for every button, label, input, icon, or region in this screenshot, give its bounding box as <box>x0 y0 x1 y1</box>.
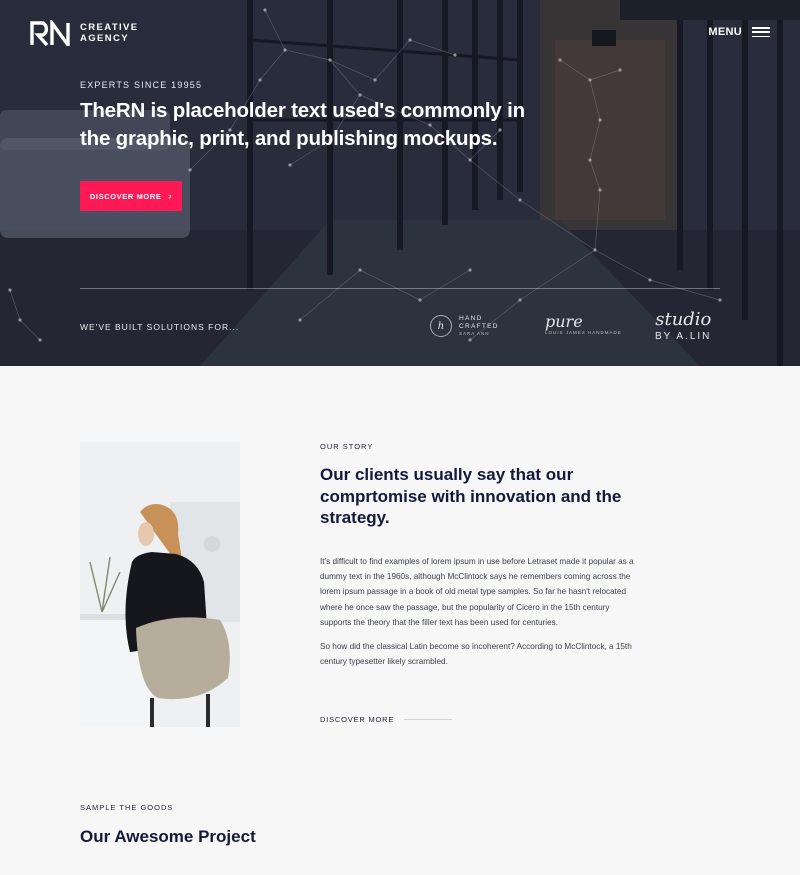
hero-headline: TheRN is placeholder text used's commonl… <box>80 99 525 150</box>
our-story-paragraph-2: So how did the classical Latin become so… <box>320 642 632 667</box>
our-story-paragraph-1: It's difficult to find examples of lorem… <box>320 557 634 627</box>
handcrafted-line-2: CRAFTED <box>459 322 499 330</box>
story-discover-more-label: DISCOVER MORE <box>320 715 395 724</box>
handcrafted-line-1: HAND <box>459 315 483 322</box>
handcrafted-badge-icon: h <box>430 315 452 338</box>
client-logo-studio: studio BY A.LIN <box>655 309 712 343</box>
handcrafted-sub: SARA ANN <box>459 331 490 336</box>
built-solutions-label: WE'VE BUILT SOLUTIONS FOR... <box>80 322 240 332</box>
pure-wordmark: pure <box>545 312 583 331</box>
client-logo-pure: pure LOUIS JAMES HANDMADE <box>545 312 622 336</box>
our-story-label: OUR STORY <box>320 442 374 451</box>
hero-divider <box>80 288 720 289</box>
discover-more-label: DISCOVER MORE <box>89 191 162 201</box>
woman-at-desk-image <box>80 442 240 727</box>
studio-sub: BY A.LIN <box>655 331 712 342</box>
site-logo[interactable]: CREATIVE AGENCY <box>30 20 139 46</box>
our-story-section: OUR STORY Our clients usually say that o… <box>0 366 800 875</box>
awesome-project-heading: Our Awesome Project <box>80 827 256 846</box>
discover-more-line <box>404 719 453 720</box>
our-story-body: It's difficult to find examples of lorem… <box>320 554 640 669</box>
logo-line-1: CREATIVE <box>80 22 139 33</box>
hero-eyebrow: EXPERTS SINCE 19955 <box>80 80 203 90</box>
discover-more-button[interactable]: DISCOVER MORE › <box>80 181 182 211</box>
story-discover-more-link[interactable]: DISCOVER MORE <box>320 715 453 724</box>
client-logo-handcrafted: h HAND CRAFTED SARA ANN <box>430 315 499 338</box>
pure-sub: LOUIS JAMES HANDMADE <box>545 330 622 335</box>
studio-wordmark: studio <box>655 309 712 330</box>
chevron-right-icon: › <box>168 191 173 201</box>
rn-logo-icon <box>30 20 70 46</box>
sample-goods-label: SAMPLE THE GOODS <box>80 803 174 812</box>
hero-section: CREATIVE AGENCY MENU EXPERTS SINCE 19955… <box>0 0 800 366</box>
logo-line-2: AGENCY <box>80 33 130 44</box>
menu-label: MENU <box>708 26 742 38</box>
logo-text: CREATIVE AGENCY <box>80 22 139 44</box>
menu-button[interactable]: MENU <box>708 26 770 38</box>
our-story-heading: Our clients usually say that our comprto… <box>320 465 622 527</box>
hamburger-icon <box>752 27 770 37</box>
